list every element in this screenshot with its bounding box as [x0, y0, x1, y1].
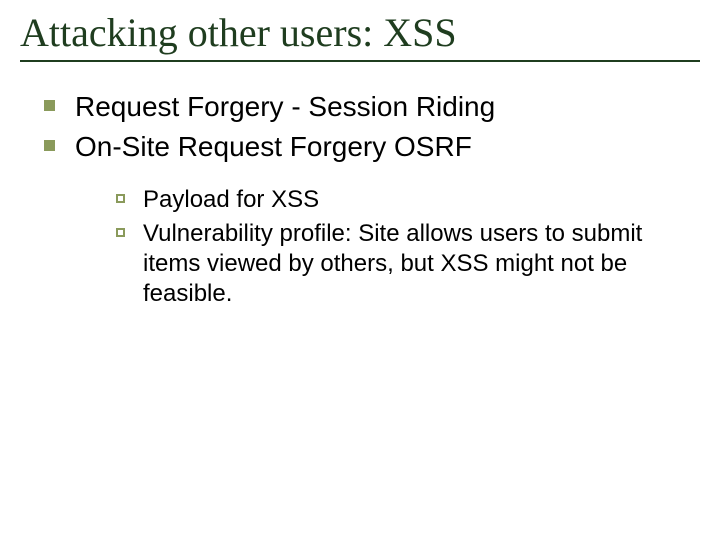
square-bullet-icon: [44, 100, 55, 111]
slide: Attacking other users: XSS Request Forge…: [0, 0, 720, 540]
hollow-square-bullet-icon: [116, 194, 125, 203]
bullet-text: Request Forgery - Session Riding: [75, 90, 495, 124]
list-item: Payload for XSS: [116, 185, 700, 215]
sub-bullet-text: Vulnerability profile: Site allows users…: [143, 219, 700, 309]
title-underline: [20, 60, 700, 62]
square-bullet-icon: [44, 140, 55, 151]
list-item: Request Forgery - Session Riding: [44, 90, 700, 124]
slide-title: Attacking other users: XSS: [20, 10, 700, 56]
sub-bullet-text: Payload for XSS: [143, 185, 319, 215]
hollow-square-bullet-icon: [116, 228, 125, 237]
sub-list: Payload for XSS Vulnerability profile: S…: [44, 185, 700, 309]
bullet-text: On-Site Request Forgery OSRF: [75, 130, 472, 164]
list-item: Vulnerability profile: Site allows users…: [116, 219, 700, 309]
list-item: On-Site Request Forgery OSRF: [44, 130, 700, 164]
slide-body: Request Forgery - Session Riding On-Site…: [20, 90, 700, 309]
